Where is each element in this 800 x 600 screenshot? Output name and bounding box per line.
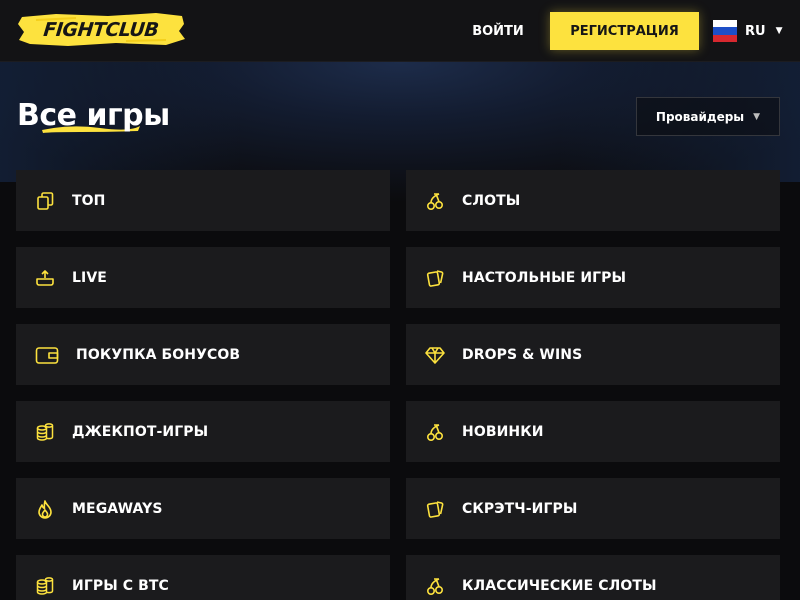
diamond-icon bbox=[424, 344, 446, 366]
chevron-down-icon: ▼ bbox=[775, 26, 783, 36]
category-live[interactable]: LIVE bbox=[16, 247, 390, 308]
playing-cards-icon bbox=[424, 498, 446, 520]
language-selector[interactable]: RU ▼ bbox=[713, 19, 783, 43]
providers-dropdown[interactable]: Провайдеры ▼ bbox=[636, 97, 780, 136]
chevron-down-icon: ▼ bbox=[753, 111, 761, 122]
logo-text: FIGHTCLUB bbox=[42, 18, 160, 41]
cherries-icon bbox=[424, 421, 446, 443]
category-label: MEGAWAYS bbox=[72, 500, 163, 517]
flame-icon bbox=[34, 498, 56, 520]
category-label: НОВИНКИ bbox=[462, 423, 544, 440]
top-header: FIGHTCLUB ВОЙТИ РЕГИСТРАЦИЯ RU ▼ bbox=[0, 0, 800, 62]
category-new[interactable]: НОВИНКИ bbox=[406, 401, 780, 462]
category-megaways[interactable]: MEGAWAYS bbox=[16, 478, 390, 539]
category-label: НАСТОЛЬНЫЕ ИГРЫ bbox=[462, 269, 627, 286]
category-bonus-buy[interactable]: ПОКУПКА БОНУСОВ bbox=[16, 324, 390, 385]
coin-stack-icon bbox=[34, 575, 56, 597]
category-scratch[interactable]: СКРЭТЧ-ИГРЫ bbox=[406, 478, 780, 539]
cherries-icon bbox=[424, 190, 446, 212]
category-table-games[interactable]: НАСТОЛЬНЫЕ ИГРЫ bbox=[406, 247, 780, 308]
playing-cards-icon bbox=[424, 267, 446, 289]
category-label: СКРЭТЧ-ИГРЫ bbox=[462, 500, 578, 517]
fightclub-logo[interactable]: FIGHTCLUB bbox=[16, 11, 186, 48]
category-label: ТОП bbox=[72, 192, 106, 209]
wallet-icon bbox=[34, 344, 60, 366]
category-label: ПОКУПКА БОНУСОВ bbox=[76, 346, 241, 363]
providers-label: Провайдеры bbox=[655, 109, 745, 124]
page-title: Все игры bbox=[17, 98, 170, 133]
category-grid: ТОП СЛОТЫ LIVE НАСТОЛЬНЫЕ ИГРЫ ПОКУПКА Б… bbox=[16, 170, 780, 600]
login-button[interactable]: ВОЙТИ bbox=[462, 12, 534, 50]
category-slots[interactable]: СЛОТЫ bbox=[406, 170, 780, 231]
category-label: DROPS & WINS bbox=[462, 346, 583, 363]
category-top[interactable]: ТОП bbox=[16, 170, 390, 231]
category-classic-slots[interactable]: КЛАССИЧЕСКИЕ СЛОТЫ bbox=[406, 555, 780, 600]
language-code: RU bbox=[745, 23, 766, 39]
category-label: СЛОТЫ bbox=[462, 192, 521, 209]
cards-stack-icon bbox=[34, 190, 56, 212]
coin-stack-icon bbox=[34, 421, 56, 443]
live-table-icon bbox=[34, 267, 56, 289]
category-label: LIVE bbox=[72, 269, 107, 286]
russia-flag-icon bbox=[713, 20, 737, 42]
cherries-icon bbox=[424, 575, 446, 597]
category-label: ИГРЫ С BTC bbox=[72, 577, 169, 594]
register-button[interactable]: РЕГИСТРАЦИЯ bbox=[550, 12, 699, 50]
category-drops-wins[interactable]: DROPS & WINS bbox=[406, 324, 780, 385]
category-jackpot[interactable]: ДЖЕКПОТ-ИГРЫ bbox=[16, 401, 390, 462]
category-label: ДЖЕКПОТ-ИГРЫ bbox=[72, 423, 209, 440]
category-btc-games[interactable]: ИГРЫ С BTC bbox=[16, 555, 390, 600]
category-label: КЛАССИЧЕСКИЕ СЛОТЫ bbox=[462, 577, 657, 594]
